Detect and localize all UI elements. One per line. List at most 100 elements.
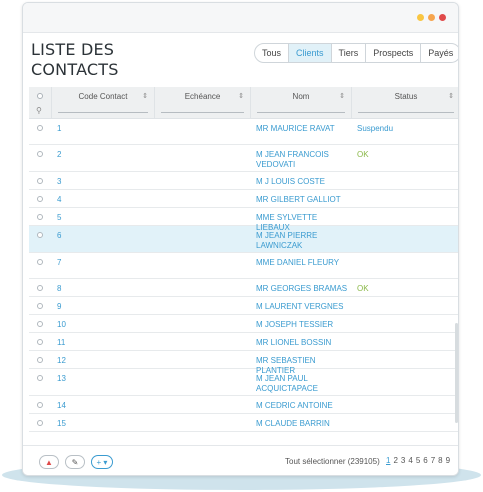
echeance-cell (154, 414, 250, 431)
title-line-1: LISTE DES (31, 40, 115, 59)
status-cell (351, 208, 458, 225)
edit-button[interactable]: ✎ (65, 455, 85, 469)
table-row[interactable]: 3 M J LOUIS COSTE (29, 172, 458, 190)
row-radio[interactable] (37, 303, 43, 309)
window-controls (417, 14, 446, 21)
delete-button[interactable]: ▲ (39, 455, 59, 469)
code-cell: 4 (57, 195, 62, 204)
table-row[interactable]: 12 MR SEBASTIEN PLANTIER (29, 351, 458, 375)
row-radio[interactable] (37, 178, 43, 184)
row-radio[interactable] (37, 214, 43, 220)
tab-tiers[interactable]: Tiers (332, 44, 367, 62)
nom-cell: MR SEBASTIEN PLANTIER (256, 356, 316, 375)
page-link[interactable]: 6 (423, 456, 427, 465)
title-bar (23, 3, 458, 33)
code-cell: 2 (57, 150, 62, 159)
header: LISTE DES CONTACTS Tous Clients Tiers Pr… (23, 33, 458, 87)
orange-dot-icon[interactable] (428, 14, 435, 21)
column-echeance[interactable]: Echéance ⇕ (154, 87, 250, 118)
page-link[interactable]: 8 (438, 456, 442, 465)
tab-prospects[interactable]: Prospects (366, 44, 422, 62)
row-radio[interactable] (37, 402, 43, 408)
table-header: ⚲ Code Contact ⇕ Echéance ⇕ Nom ⇕ Status… (29, 87, 458, 119)
table-row[interactable]: 6 M JEAN PIERRE LAWNICZAK (29, 226, 458, 253)
tab-clients[interactable]: Clients (289, 44, 332, 62)
select-all-link[interactable]: Tout sélectionner (239105) (285, 457, 380, 466)
table-row[interactable]: 13 M JEAN PAUL ACQUICTAPACE (29, 369, 458, 396)
filter-status-input[interactable] (358, 112, 454, 113)
echeance-cell (154, 315, 250, 332)
code-cell: 13 (57, 374, 66, 383)
table-row[interactable]: 15 M CLAUDE BARRIN (29, 414, 458, 432)
column-code[interactable]: Code Contact ⇕ (51, 87, 154, 118)
status-cell (351, 253, 458, 278)
column-status[interactable]: Status ⇕ (351, 87, 458, 118)
search-icon[interactable]: ⚲ (36, 106, 42, 115)
nom-cell: MME SYLVETTE LIEBAUX (256, 213, 318, 232)
code-cell: 1 (57, 124, 62, 133)
row-radio[interactable] (37, 375, 43, 381)
status-cell: OK (357, 150, 369, 159)
column-nom[interactable]: Nom ⇕ (250, 87, 351, 118)
nom-cell: M J LOUIS COSTE (256, 177, 325, 186)
row-radio[interactable] (37, 420, 43, 426)
table-row[interactable]: 4 MR GILBERT GALLIOT (29, 190, 458, 208)
sort-icon[interactable]: ⇕ (142, 92, 148, 100)
tab-payes[interactable]: Payés (421, 44, 458, 62)
yellow-dot-icon[interactable] (417, 14, 424, 21)
page-link[interactable]: 4 (408, 456, 412, 465)
sort-icon[interactable]: ⇕ (339, 92, 345, 100)
tab-tous[interactable]: Tous (255, 44, 290, 62)
row-radio[interactable] (37, 125, 43, 131)
table-row[interactable]: 14 M CEDRIC ANTOINE (29, 396, 458, 414)
row-radio[interactable] (37, 151, 43, 157)
nom-cell: M JOSEPH TESSIER (256, 320, 334, 329)
table-row[interactable]: 2 M JEAN FRANCOIS VEDOVATI OK (29, 145, 458, 172)
nom-cell: MR GILBERT GALLIOT (256, 195, 341, 204)
code-cell: 7 (57, 258, 62, 267)
table-row[interactable]: 10 M JOSEPH TESSIER (29, 315, 458, 333)
scrollbar[interactable] (455, 323, 458, 423)
status-cell (351, 396, 458, 413)
column-nom-label: Nom (292, 92, 310, 101)
table-row[interactable]: 1 MR MAURICE RAVAT Suspendu (29, 119, 458, 145)
table-row[interactable]: 8 MR GEORGES BRAMAS OK (29, 279, 458, 297)
red-dot-icon[interactable] (439, 14, 446, 21)
row-radio[interactable] (37, 196, 43, 202)
page-link[interactable]: 1 (386, 456, 390, 465)
echeance-cell (154, 172, 250, 189)
row-radio[interactable] (37, 259, 43, 265)
row-radio[interactable] (37, 357, 43, 363)
page-link[interactable]: 3 (401, 456, 405, 465)
filter-echeance-input[interactable] (161, 112, 244, 113)
table-row[interactable]: 11 MR LIONEL BOSSIN (29, 333, 458, 351)
echeance-cell (154, 226, 250, 252)
page-link[interactable]: 5 (416, 456, 420, 465)
status-cell (351, 351, 458, 368)
header-select-cell: ⚲ (29, 87, 51, 118)
page-link[interactable]: 7 (431, 456, 435, 465)
table-row[interactable]: 5 MME SYLVETTE LIEBAUX (29, 208, 458, 232)
code-cell: 3 (57, 177, 62, 186)
table-row[interactable]: 9 M LAURENT VERGNES (29, 297, 458, 315)
filter-tabs: Tous Clients Tiers Prospects Payés (254, 43, 458, 63)
status-cell (351, 226, 458, 252)
code-cell: 6 (57, 231, 62, 240)
add-button[interactable]: + ▾ (91, 455, 113, 469)
page-link[interactable]: 9 (446, 456, 450, 465)
echeance-cell (154, 119, 250, 144)
status-cell: Suspendu (357, 124, 394, 133)
filter-code-input[interactable] (58, 112, 148, 113)
row-radio[interactable] (37, 232, 43, 238)
row-radio[interactable] (37, 285, 43, 291)
table-row[interactable]: 7 MME DANIEL FLEURY (29, 253, 458, 279)
sort-icon[interactable]: ⇕ (448, 92, 454, 100)
trash-icon: ▲ (45, 457, 53, 467)
select-all-radio[interactable] (37, 93, 43, 99)
filter-nom-input[interactable] (257, 112, 345, 113)
sort-icon[interactable]: ⇕ (238, 92, 244, 100)
row-radio[interactable] (37, 321, 43, 327)
row-radio[interactable] (37, 339, 43, 345)
status-cell (351, 369, 458, 395)
page-link[interactable]: 2 (393, 456, 397, 465)
